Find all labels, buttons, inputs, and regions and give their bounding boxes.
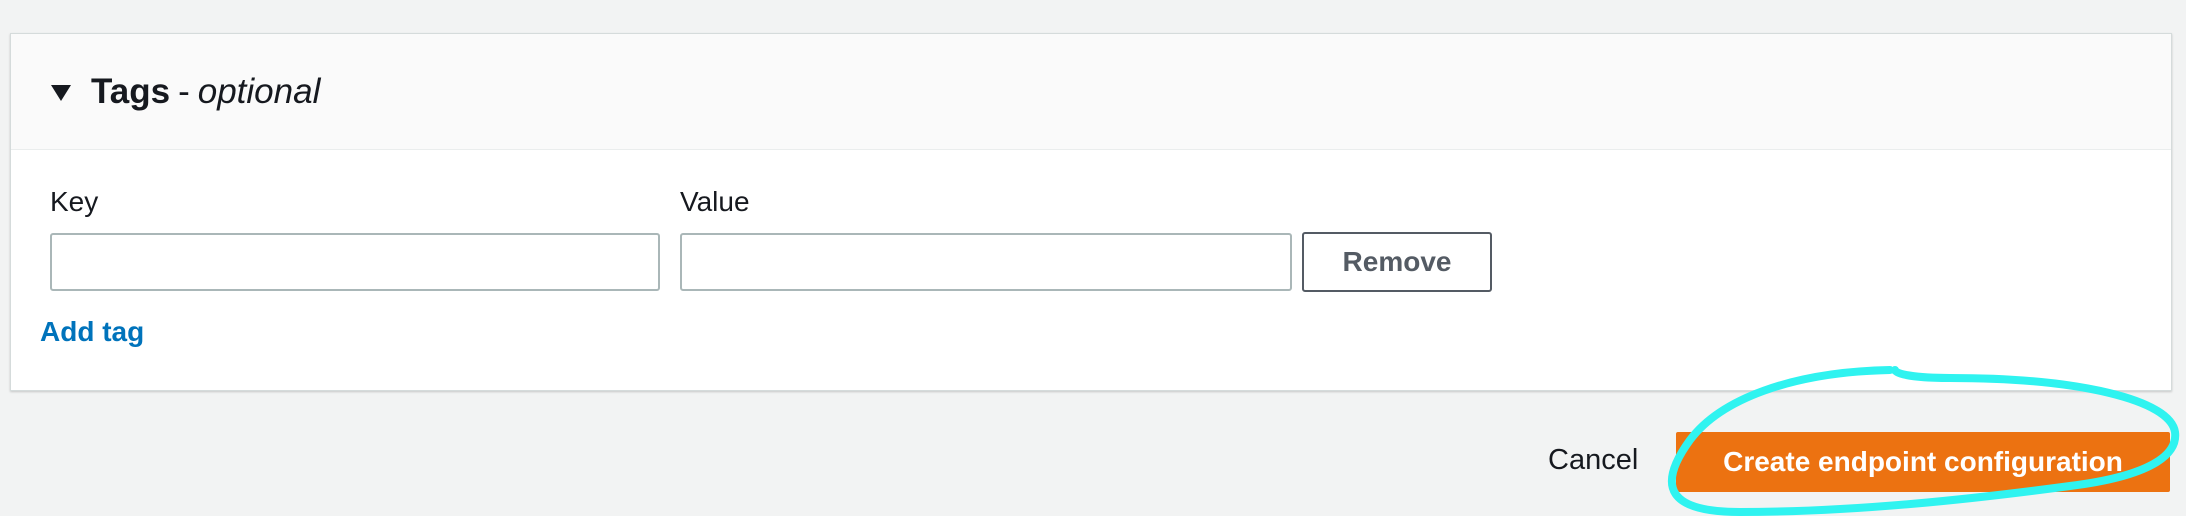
tags-title: Tags (91, 71, 171, 111)
tags-optional-label: optional (197, 71, 321, 111)
key-label: Key (50, 186, 99, 217)
cancel-button[interactable]: Cancel (1548, 444, 1638, 477)
value-label: Value (680, 186, 750, 217)
create-endpoint-configuration-button[interactable]: Create endpoint configuration (1676, 432, 2170, 492)
tags-title-separator: - (178, 71, 190, 111)
key-input[interactable] (50, 233, 660, 291)
add-tag-link[interactable]: Add tag (40, 316, 144, 348)
tags-panel-header[interactable]: Tags - optional (11, 34, 2171, 150)
remove-tag-button[interactable]: Remove (1302, 232, 1492, 292)
tags-panel: Tags - optional (10, 33, 2172, 391)
value-input[interactable] (680, 233, 1292, 291)
caret-down-icon[interactable] (51, 84, 71, 101)
